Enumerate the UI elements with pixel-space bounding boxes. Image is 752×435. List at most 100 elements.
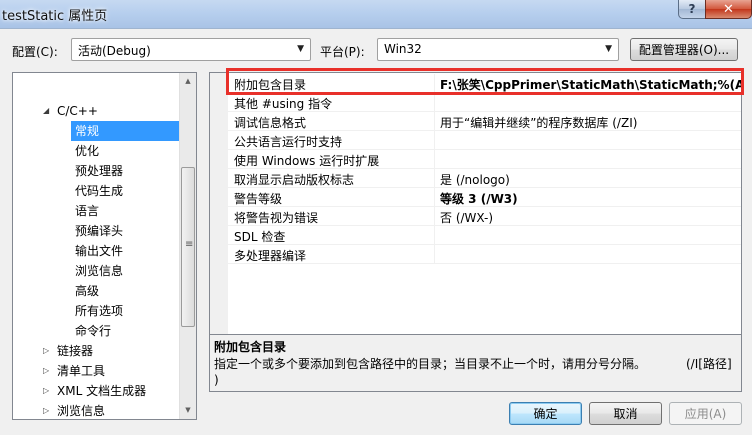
platform-select[interactable]: Win32 ▼ [377,38,619,61]
property-value[interactable]: 是 (/nologo) [440,171,741,188]
property-name: 公共语言运行时支持 [234,135,343,149]
tree-item-label: 代码生成 [75,184,124,198]
apply-button[interactable]: 应用(A) [669,402,742,425]
tree-item-label: 输出文件 [75,244,124,258]
tree-item-label: 语言 [75,204,100,218]
collapsed-icon[interactable]: ▷ [43,361,49,381]
property-value[interactable]: 用于“编辑并继续”的程序数据库 (/ZI) [440,114,741,131]
scroll-down-icon[interactable]: ▼ [180,402,196,419]
column-divider [434,245,435,263]
property-name: 将警告视为错误 [234,211,319,225]
property-row[interactable]: SDL 检查 [228,226,741,245]
help-icon: ? [688,2,696,16]
tree-item-label: 命令行 [75,324,112,338]
chevron-down-icon: ▼ [297,44,304,54]
column-divider [434,93,435,111]
tree-item[interactable]: ▷ 链接器 [13,341,180,361]
collapsed-icon[interactable]: ▷ [43,381,49,401]
tree-item-label: 清单工具 [57,364,106,378]
tree-item[interactable]: 预编译头 [13,221,180,241]
column-divider [434,226,435,244]
platform-value: Win32 [384,42,422,56]
tree-item-label: 预处理器 [75,164,124,178]
property-name: 其他 #using 指令 [234,97,333,111]
collapsed-icon[interactable]: ▷ [43,401,49,419]
config-select[interactable]: 活动(Debug) ▼ [71,38,311,61]
dialog-client: 配置(C): 活动(Debug) ▼ 平台(P): Win32 ▼ 配置管理器(… [0,28,752,435]
config-value: 活动(Debug) [78,44,151,58]
tree-item[interactable]: 浏览信息 [13,261,180,281]
property-name: 警告等级 [234,192,283,206]
property-row[interactable]: 附加包含目录 F:\张笑\CppPrimer\StaticMath\StaticM… [228,74,741,93]
property-name: 使用 Windows 运行时扩展 [234,154,380,168]
tree-item-label: 所有选项 [75,304,124,318]
column-divider [434,112,435,130]
property-row[interactable]: 警告等级 等级 3 (/W3) [228,188,741,207]
column-divider [434,188,435,206]
tree-item[interactable]: ◢ C/C++ [13,101,180,121]
tree-item[interactable]: 所有选项 [13,301,180,321]
tree-item[interactable]: ▷ XML 文档生成器 [13,381,180,401]
help-button[interactable]: ? [678,0,706,19]
tree-item[interactable]: 代码生成 [13,181,180,201]
description-switch-tail: ) [214,373,219,387]
property-name: 多处理器编译 [234,249,307,263]
property-name: 附加包含目录 [234,78,307,92]
tree-item[interactable]: 输出文件 [13,241,180,261]
apply-label: 应用(A) [684,407,727,421]
title-bar: testStatic 属性页 ? ✕ [0,0,752,28]
column-divider [434,169,435,187]
tree-item-label: 浏览信息 [57,404,106,418]
tree-item[interactable]: 优化 [13,141,180,161]
tree-scrollbar[interactable]: ▲ ≡ ▼ [179,73,196,419]
property-row[interactable]: 将警告视为错误 否 (/WX-) [228,207,741,226]
tree-item-label: 浏览信息 [75,264,124,278]
cancel-button[interactable]: 取消 [589,402,662,425]
chevron-down-icon: ▼ [605,44,612,54]
scroll-thumb[interactable]: ≡ [181,167,195,327]
property-name: 取消显示启动版权标志 [234,173,355,187]
tree-item-label: 预编译头 [75,224,124,238]
property-value[interactable]: 否 (/WX-) [440,209,741,226]
property-name: SDL 检查 [234,230,286,244]
tree-item-label: 常规 [75,124,100,138]
ok-button[interactable]: 确定 [509,402,582,425]
column-divider [434,207,435,225]
property-row[interactable]: 多处理器编译 [228,245,741,264]
tree-item[interactable]: 预处理器 [13,161,180,181]
close-button[interactable]: ✕ [705,0,752,19]
platform-label: 平台(P): [320,45,365,59]
collapsed-icon[interactable]: ▷ [43,341,49,361]
property-row[interactable]: 调试信息格式 用于“编辑并继续”的程序数据库 (/ZI) [228,112,741,131]
tree-item[interactable]: 常规 [71,121,180,141]
column-divider [434,131,435,149]
ok-label: 确定 [533,407,558,421]
tree-item[interactable]: ▷ 浏览信息 [13,401,180,419]
property-row[interactable]: 其他 #using 指令 [228,93,741,112]
close-icon: ✕ [723,1,734,17]
property-row[interactable]: 公共语言运行时支持 [228,131,741,150]
tree-item[interactable]: 命令行 [13,321,180,341]
tree-item-label: C/C++ [57,104,98,118]
scroll-up-icon[interactable]: ▲ [180,73,196,90]
config-label: 配置(C): [12,45,58,59]
property-name: 调试信息格式 [234,116,307,130]
grip-icon: ≡ [185,239,194,250]
property-row[interactable]: 使用 Windows 运行时扩展 [228,150,741,169]
cancel-label: 取消 [613,407,638,421]
config-manager-button[interactable]: 配置管理器(O)... [630,38,738,61]
tree-item[interactable]: 语言 [13,201,180,221]
expanded-icon[interactable]: ◢ [43,101,49,121]
grid-gutter [210,73,228,356]
property-value[interactable]: F:\张笑\CppPrimer\StaticMath\StaticMath;%(… [440,76,741,93]
category-tree[interactable]: ◢ C/C++ 常规 优化 预处理器 代码生成 语言 预编译头 输出文件 浏览信息 高级 所有选项 命令… [12,72,197,420]
property-grid: 附加包含目录 F:\张笑\CppPrimer\StaticMath\StaticM… [209,72,742,357]
property-row[interactable]: 取消显示启动版权标志 是 (/nologo) [228,169,741,188]
tree-item-label: 高级 [75,284,100,298]
column-divider [434,150,435,168]
tree-item[interactable]: 高级 [13,281,180,301]
tree-item[interactable]: ▷ 清单工具 [13,361,180,381]
property-value[interactable]: 等级 3 (/W3) [440,190,741,207]
column-divider [434,74,435,92]
description-switch: (/I[路径] [686,357,732,371]
